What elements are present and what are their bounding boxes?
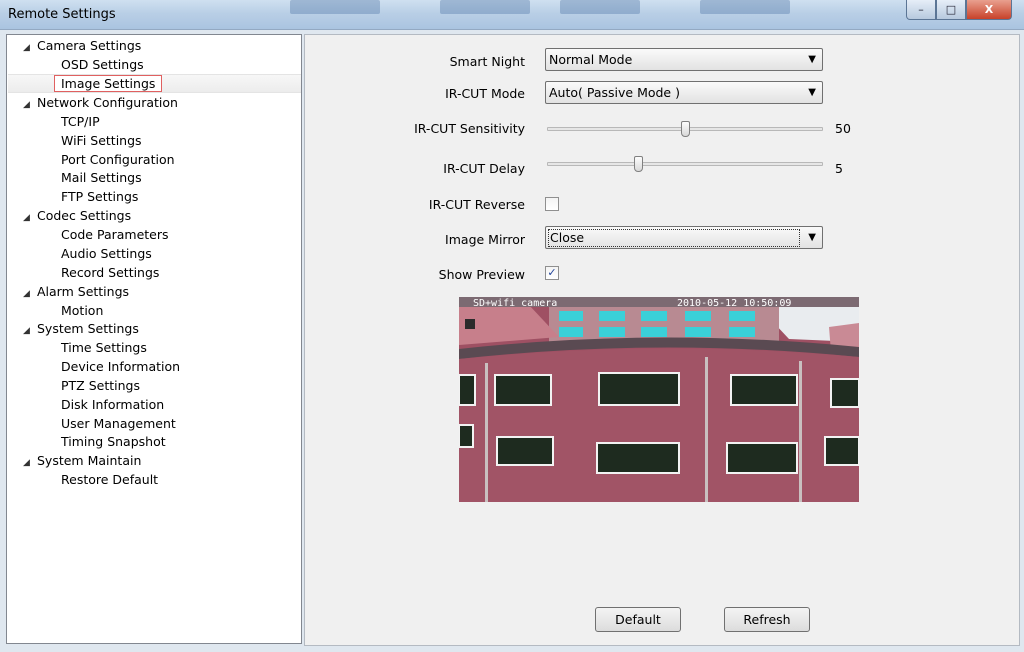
checkmark-icon: ✓ xyxy=(547,266,557,279)
image-mirror-select[interactable]: Close ▼ xyxy=(545,226,823,249)
ircut-delay-thumb[interactable] xyxy=(634,156,644,172)
dropdown-arrow-icon: ▼ xyxy=(808,232,816,243)
background-glare xyxy=(290,0,380,14)
ircut-delay-label: IR-CUT Delay xyxy=(443,161,525,176)
expand-icon[interactable]: ◢ xyxy=(23,39,37,57)
tree-item-tcp-ip[interactable]: TCP/IP xyxy=(61,113,100,131)
show-preview-label: Show Preview xyxy=(438,267,525,282)
image-settings-panel: Smart Night Normal Mode ▼ IR-CUT Mode Au… xyxy=(304,34,1020,646)
smart-night-label: Smart Night xyxy=(449,54,525,69)
default-button[interactable]: Default xyxy=(595,607,681,632)
tree-category-codec-settings[interactable]: ◢ Codec Settings xyxy=(23,207,131,225)
close-icon: X xyxy=(984,3,994,16)
refresh-button[interactable]: Refresh xyxy=(724,607,810,632)
image-mirror-label: Image Mirror xyxy=(445,232,525,247)
background-glare xyxy=(560,0,640,14)
expand-icon[interactable]: ◢ xyxy=(23,322,37,340)
tree-item-ptz-settings[interactable]: PTZ Settings xyxy=(61,377,140,395)
settings-tree[interactable]: ◢ Camera Settings OSD Settings Image Sett… xyxy=(6,34,302,644)
window-title: Remote Settings xyxy=(8,7,116,22)
tree-item-record-settings[interactable]: Record Settings xyxy=(61,264,159,282)
maximize-button[interactable]: □ xyxy=(936,0,966,20)
close-button[interactable]: X xyxy=(966,0,1012,20)
ircut-mode-select[interactable]: Auto( Passive Mode ) ▼ xyxy=(545,81,823,104)
tree-item-audio-settings[interactable]: Audio Settings xyxy=(61,245,152,263)
tree-item-timing-snapshot[interactable]: Timing Snapshot xyxy=(61,433,166,451)
tree-item-time-settings[interactable]: Time Settings xyxy=(61,339,147,357)
ircut-reverse-checkbox[interactable] xyxy=(545,197,559,211)
dropdown-arrow-icon: ▼ xyxy=(808,54,816,65)
expand-icon[interactable]: ◢ xyxy=(23,209,37,227)
tree-category-alarm-settings[interactable]: ◢ Alarm Settings xyxy=(23,283,129,301)
tree-item-image-settings[interactable]: Image Settings xyxy=(54,75,163,93)
tree-item-motion[interactable]: Motion xyxy=(61,302,103,320)
camera-preview-image: SD+wifi camera 2010-05-12 10:50:09 xyxy=(459,297,859,502)
osd-camera-name: SD+wifi camera xyxy=(473,298,557,309)
tree-category-system-maintain[interactable]: ◢ System Maintain xyxy=(23,452,141,470)
window-controls: – □ X xyxy=(906,0,1012,20)
tree-category-network-configuration[interactable]: ◢ Network Configuration xyxy=(23,94,178,112)
window-titlebar: Remote Settings – □ X xyxy=(0,0,1024,30)
background-glare xyxy=(440,0,530,14)
maximize-icon: □ xyxy=(945,3,957,16)
ircut-delay-slider[interactable] xyxy=(547,162,823,166)
smart-night-select[interactable]: Normal Mode ▼ xyxy=(545,48,823,71)
tree-item-port-configuration[interactable]: Port Configuration xyxy=(61,151,175,169)
tree-item-osd-settings[interactable]: OSD Settings xyxy=(61,56,144,74)
tree-item-code-parameters[interactable]: Code Parameters xyxy=(61,226,169,244)
ircut-sensitivity-label: IR-CUT Sensitivity xyxy=(414,121,525,136)
background-glare xyxy=(700,0,790,14)
minimize-icon: – xyxy=(918,3,924,16)
show-preview-checkbox[interactable]: ✓ xyxy=(545,266,559,280)
camera-preview: SD+wifi camera 2010-05-12 10:50:09 xyxy=(459,297,859,502)
ircut-delay-value: 5 xyxy=(835,161,843,176)
tree-item-mail-settings[interactable]: Mail Settings xyxy=(61,169,142,187)
ircut-reverse-label: IR-CUT Reverse xyxy=(428,197,525,212)
expand-icon[interactable]: ◢ xyxy=(23,454,37,472)
tree-item-ftp-settings[interactable]: FTP Settings xyxy=(61,188,138,206)
tree-item-disk-information[interactable]: Disk Information xyxy=(61,396,164,414)
tree-item-device-information[interactable]: Device Information xyxy=(61,358,180,376)
minimize-button[interactable]: – xyxy=(906,0,936,20)
expand-icon[interactable]: ◢ xyxy=(23,285,37,303)
tree-category-system-settings[interactable]: ◢ System Settings xyxy=(23,320,139,338)
tree-item-restore-default[interactable]: Restore Default xyxy=(61,471,158,489)
ircut-sensitivity-thumb[interactable] xyxy=(681,121,690,137)
dropdown-arrow-icon: ▼ xyxy=(808,87,816,98)
ircut-sensitivity-value: 50 xyxy=(835,121,851,136)
tree-item-user-management[interactable]: User Management xyxy=(61,415,176,433)
tree-category-camera-settings[interactable]: ◢ Camera Settings xyxy=(23,37,141,55)
osd-timestamp: 2010-05-12 10:50:09 xyxy=(677,298,791,309)
ircut-mode-label: IR-CUT Mode xyxy=(445,86,525,101)
tree-item-wifi-settings[interactable]: WiFi Settings xyxy=(61,132,142,150)
expand-icon[interactable]: ◢ xyxy=(23,96,37,114)
